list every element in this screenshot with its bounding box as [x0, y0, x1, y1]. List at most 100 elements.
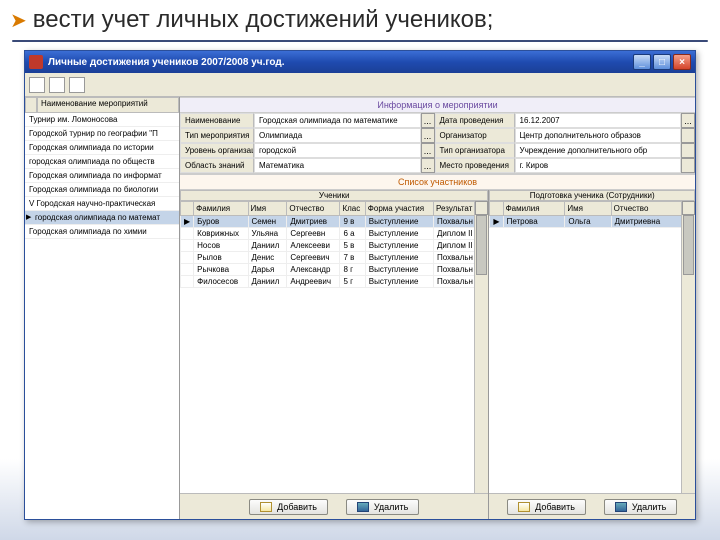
- event-row[interactable]: Городская олимпиада по истории: [25, 141, 179, 155]
- info-field-label: Наименование: [180, 113, 254, 128]
- column-header[interactable]: Имя: [565, 202, 611, 216]
- event-row[interactable]: Городская олимпиада по информат: [25, 169, 179, 183]
- marker-col: [181, 202, 194, 216]
- info-field-picker[interactable]: ...: [421, 113, 435, 128]
- info-field-label: Дата проведения: [435, 113, 515, 128]
- cell: Выступление: [365, 216, 433, 228]
- teachers-scrollbar[interactable]: [681, 201, 695, 493]
- row-marker: [181, 240, 194, 252]
- info-field-value[interactable]: Математика: [254, 158, 421, 173]
- column-header[interactable]: Фамилия: [194, 202, 248, 216]
- column-header[interactable]: Отчество: [287, 202, 340, 216]
- toolbar-icon-2[interactable]: [49, 77, 65, 93]
- students-add-button[interactable]: Добавить: [249, 499, 328, 515]
- table-row[interactable]: ▶ПетроваОльгаДмитриевна: [490, 216, 695, 228]
- cell: Петрова: [503, 216, 565, 228]
- row-marker: ▶: [490, 216, 503, 228]
- info-field-picker[interactable]: ...: [421, 158, 435, 173]
- info-field-picker[interactable]: ...: [421, 143, 435, 158]
- cell: Филосесов: [194, 276, 248, 288]
- title-underline: [12, 40, 708, 42]
- info-field-value[interactable]: г. Киров: [515, 158, 682, 173]
- cell: Выступление: [365, 240, 433, 252]
- participants-header: Список участников: [180, 174, 695, 190]
- column-header[interactable]: Клас: [340, 202, 365, 216]
- info-field-value[interactable]: Олимпиада: [254, 128, 421, 143]
- column-header[interactable]: Форма участия: [365, 202, 433, 216]
- cell: Даниил: [248, 276, 287, 288]
- minimize-button[interactable]: _: [633, 54, 651, 70]
- cell: Денис: [248, 252, 287, 264]
- column-header[interactable]: Фамилия: [503, 202, 565, 216]
- event-info-header: Информация о мероприятии: [180, 97, 695, 113]
- cell: Дмитриев: [287, 216, 340, 228]
- info-field-value[interactable]: Городская олимпиада по математике: [254, 113, 421, 128]
- events-column-header: Наименование мероприятий: [25, 97, 179, 113]
- slide-title: вести учет личных достижений учеников;: [33, 6, 494, 34]
- students-button-row: Добавить Удалить: [180, 493, 488, 519]
- cell: 7 в: [340, 252, 365, 264]
- events-list[interactable]: Турнир им. ЛомоносоваГородской турнир по…: [25, 113, 179, 519]
- info-field-label: Организатор: [435, 128, 515, 143]
- app-icon: [29, 55, 43, 69]
- event-row[interactable]: Городская олимпиада по биологии: [25, 183, 179, 197]
- info-field-value[interactable]: Учреждение дополнительного обр: [515, 143, 682, 158]
- event-row[interactable]: Турнир им. Ломоносова: [25, 113, 179, 127]
- students-pane: Ученики ФамилияИмяОтчествоКласФорма учас…: [180, 190, 489, 519]
- info-field-picker: [681, 158, 695, 173]
- events-header-label: Наименование мероприятий: [37, 97, 179, 113]
- delete-label: Удалить: [374, 502, 408, 512]
- toolbar-icon-1[interactable]: [29, 77, 45, 93]
- column-header[interactable]: Имя: [248, 202, 287, 216]
- cell: Выступление: [365, 228, 433, 240]
- cell: Ульяна: [248, 228, 287, 240]
- close-button[interactable]: ×: [673, 54, 691, 70]
- cell: Буров: [194, 216, 248, 228]
- table-row[interactable]: КоврижныхУльянаСергеевн6 аВыступлениеДип…: [181, 228, 488, 240]
- students-delete-button[interactable]: Удалить: [346, 499, 419, 515]
- cell: Выступление: [365, 264, 433, 276]
- cell: Андреевич: [287, 276, 340, 288]
- window-titlebar[interactable]: Личные достижения учеников 2007/2008 уч.…: [25, 51, 695, 73]
- add-label: Добавить: [277, 502, 317, 512]
- table-row[interactable]: ▶БуровСеменДмитриев9 вВыступлениеПохваль…: [181, 216, 488, 228]
- table-row[interactable]: ФилосесовДаниилАндреевич5 гВыступлениеПо…: [181, 276, 488, 288]
- cell: Сергеевич: [287, 252, 340, 264]
- window-title: Личные достижения учеников 2007/2008 уч.…: [48, 57, 631, 68]
- table-row[interactable]: РычковаДарьяАлександр8 гВыступлениеПохва…: [181, 264, 488, 276]
- table-row[interactable]: НосовДаниилАлексееви5 вВыступлениеДиплом…: [181, 240, 488, 252]
- event-row[interactable]: V Городская научно-практическая: [25, 197, 179, 211]
- maximize-button[interactable]: □: [653, 54, 671, 70]
- event-row[interactable]: Городской турнир по географии "П: [25, 127, 179, 141]
- cell: Даниил: [248, 240, 287, 252]
- teachers-add-button[interactable]: Добавить: [507, 499, 586, 515]
- row-marker: ▶: [181, 216, 194, 228]
- toolbar-icon-3[interactable]: [69, 77, 85, 93]
- table-row[interactable]: РыловДенисСергеевич7 вВыступлениеПохваль…: [181, 252, 488, 264]
- students-scrollbar[interactable]: [474, 201, 488, 493]
- event-row[interactable]: городская олимпиада по обществ: [25, 155, 179, 169]
- event-info-grid: НаименованиеГородская олимпиада по матем…: [180, 113, 695, 174]
- cell: Рычкова: [194, 264, 248, 276]
- teachers-table[interactable]: ФамилияИмяОтчество▶ПетроваОльгаДмитриевн…: [489, 201, 695, 228]
- students-table[interactable]: ФамилияИмяОтчествоКласФорма участияРезул…: [180, 201, 488, 288]
- teachers-delete-button[interactable]: Удалить: [604, 499, 677, 515]
- add-icon: [260, 502, 272, 512]
- info-field-picker[interactable]: ...: [681, 113, 695, 128]
- info-field-value[interactable]: 16.12.2007: [515, 113, 682, 128]
- teachers-pane: Подготовка ученика (Сотрудники) ФамилияИ…: [489, 190, 695, 519]
- toolbar: [25, 73, 695, 97]
- delete-label: Удалить: [632, 502, 666, 512]
- info-field-picker[interactable]: ...: [421, 128, 435, 143]
- event-row[interactable]: городская олимпиада по математ: [25, 211, 179, 225]
- info-field-value[interactable]: городской: [254, 143, 421, 158]
- add-label: Добавить: [535, 502, 575, 512]
- info-field-value[interactable]: Центр дополнительного образов: [515, 128, 682, 143]
- event-row[interactable]: Городская олимпиада по химии: [25, 225, 179, 239]
- info-field-picker: [681, 143, 695, 158]
- cell: Рылов: [194, 252, 248, 264]
- row-marker: [181, 228, 194, 240]
- delete-icon: [357, 502, 369, 512]
- teachers-subheader: Подготовка ученика (Сотрудники): [489, 190, 695, 201]
- bullet-arrow-icon: ➤: [10, 8, 27, 33]
